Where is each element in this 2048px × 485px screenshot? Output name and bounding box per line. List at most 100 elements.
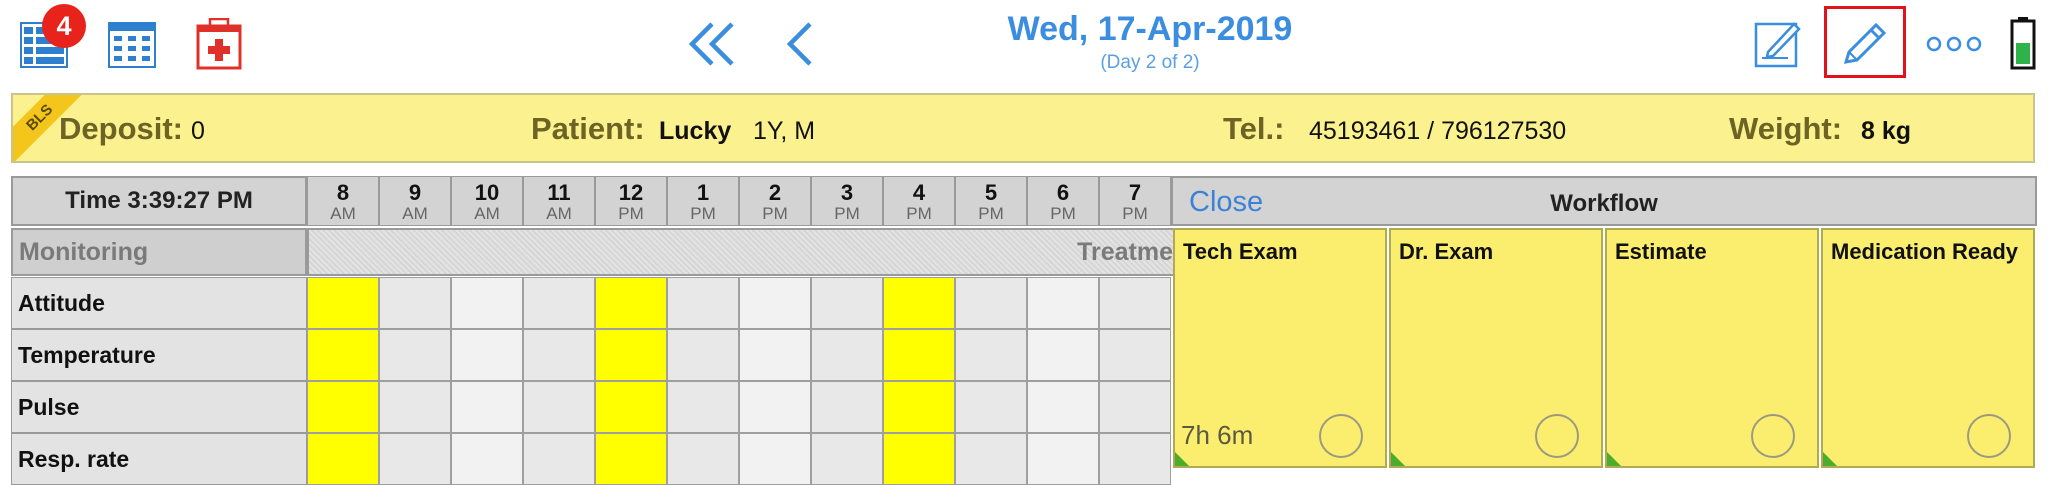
grid-cell-due[interactable]	[883, 277, 955, 329]
grid-cell[interactable]	[523, 277, 595, 329]
hour-ampm: PM	[1122, 204, 1148, 223]
grid-cell[interactable]	[667, 329, 739, 381]
grid-cell[interactable]	[379, 277, 451, 329]
grid-cell[interactable]	[739, 277, 811, 329]
grid-cell-due[interactable]	[307, 433, 379, 485]
grid-cell[interactable]	[1027, 329, 1099, 381]
hour-ampm: AM	[474, 204, 500, 223]
grid-cell[interactable]	[451, 433, 523, 485]
grid-cell[interactable]	[955, 277, 1027, 329]
workflow-card-title: Tech Exam	[1183, 239, 1298, 264]
top-toolbar: 4 Wed, 17-Apr-2019 (Day 2 of 2)	[0, 0, 2048, 90]
current-time: Time 3:39:27 PM	[11, 176, 307, 226]
grid-cell[interactable]	[1027, 381, 1099, 433]
hour-number: 1	[696, 180, 710, 205]
workflow-card[interactable]: Estimate	[1605, 228, 1819, 468]
grid-cell[interactable]	[739, 381, 811, 433]
grid-cell-due[interactable]	[595, 433, 667, 485]
corner-marker-icon	[1607, 452, 1621, 466]
patient-name: Lucky	[659, 117, 732, 145]
status-circle-icon[interactable]	[1535, 414, 1579, 458]
grid-cell[interactable]	[1099, 381, 1171, 433]
hour-ampm: AM	[330, 204, 356, 223]
row-label[interactable]: Attitude	[11, 277, 307, 329]
grid-cell[interactable]	[379, 381, 451, 433]
status-circle-icon[interactable]	[1967, 414, 2011, 458]
workflow-card[interactable]: Medication Ready	[1821, 228, 2035, 468]
workflow-card-title: Estimate	[1615, 239, 1707, 264]
weight-label: Weight:	[1729, 111, 1843, 146]
grid-cell-due[interactable]	[595, 329, 667, 381]
grid-cell[interactable]	[1027, 433, 1099, 485]
grid-cell[interactable]	[811, 329, 883, 381]
workflow-card-title: Dr. Exam	[1399, 239, 1494, 264]
workflow-card-title: Medication Ready	[1831, 239, 2019, 264]
grid-cell[interactable]	[739, 329, 811, 381]
hour-number: 6	[1056, 180, 1070, 205]
status-circle-icon[interactable]	[1751, 414, 1795, 458]
grid-cell[interactable]	[451, 277, 523, 329]
hour-number: 9	[408, 180, 422, 205]
grid-cell[interactable]	[523, 433, 595, 485]
hour-column-header: 12 PM	[595, 176, 667, 226]
grid-cell[interactable]	[811, 381, 883, 433]
battery-icon	[2010, 16, 2036, 70]
hour-ampm: PM	[906, 204, 932, 223]
weight-value: 8 kg	[1861, 117, 1912, 145]
grid-cell-due[interactable]	[883, 329, 955, 381]
grid-cell-due[interactable]	[307, 381, 379, 433]
grid-cell[interactable]	[811, 433, 883, 485]
grid-cell[interactable]	[1099, 329, 1171, 381]
double-chevron-left-icon[interactable]	[686, 20, 738, 68]
row-label[interactable]: Pulse	[11, 381, 307, 433]
hour-ampm: PM	[978, 204, 1004, 223]
grid-cell-due[interactable]	[883, 433, 955, 485]
row-label[interactable]: Resp. rate	[11, 433, 307, 485]
grid-cell[interactable]	[523, 329, 595, 381]
hour-ampm: PM	[834, 204, 860, 223]
hour-column-header: 9 AM	[379, 176, 451, 226]
grid-cell[interactable]	[1099, 277, 1171, 329]
grid-cell[interactable]	[739, 433, 811, 485]
grid-cell[interactable]	[667, 277, 739, 329]
grid-cell-due[interactable]	[307, 277, 379, 329]
grid-cell-due[interactable]	[595, 277, 667, 329]
workflow-card[interactable]: Tech Exam 7h 6m	[1173, 228, 1387, 468]
grid-cell[interactable]	[667, 381, 739, 433]
date-title[interactable]: Wed, 17-Apr-2019	[800, 10, 1500, 49]
grid-cell[interactable]	[379, 433, 451, 485]
status-circle-icon[interactable]	[1319, 414, 1363, 458]
grid-cell-due[interactable]	[307, 329, 379, 381]
grid-cell[interactable]	[523, 381, 595, 433]
grid-cell[interactable]	[955, 381, 1027, 433]
grid-cell[interactable]	[1099, 433, 1171, 485]
pencil-icon[interactable]	[1840, 20, 1890, 68]
grid-cell-due[interactable]	[595, 381, 667, 433]
hour-column-header: 10 AM	[451, 176, 523, 226]
row-label[interactable]: Temperature	[11, 329, 307, 381]
grid-cell[interactable]	[955, 433, 1027, 485]
grid-cell[interactable]	[379, 329, 451, 381]
grid-cell[interactable]	[811, 277, 883, 329]
grid-cell-due[interactable]	[883, 381, 955, 433]
workflow-card[interactable]: Dr. Exam	[1389, 228, 1603, 468]
calendar-grid-icon[interactable]	[108, 22, 156, 68]
close-button[interactable]: Close	[1189, 186, 1263, 219]
hour-column-header: 1 PM	[667, 176, 739, 226]
hour-ampm: PM	[762, 204, 788, 223]
patient-info: 1Y, M	[753, 117, 816, 145]
hour-number: 3	[840, 180, 854, 205]
hour-number: 8	[336, 180, 350, 205]
section-monitoring[interactable]: Monitoring	[11, 228, 307, 276]
grid-cell[interactable]	[955, 329, 1027, 381]
day-indicator: (Day 2 of 2)	[1100, 52, 1200, 73]
grid-cell[interactable]	[1027, 277, 1099, 329]
medical-kit-icon[interactable]	[196, 17, 242, 70]
edit-note-icon[interactable]	[1754, 18, 1802, 68]
hour-column-header: 5 PM	[955, 176, 1027, 226]
grid-cell[interactable]	[451, 329, 523, 381]
grid-cell[interactable]	[451, 381, 523, 433]
grid-cell[interactable]	[667, 433, 739, 485]
hour-number: 12	[618, 180, 644, 205]
more-icon[interactable]	[1926, 34, 1982, 54]
